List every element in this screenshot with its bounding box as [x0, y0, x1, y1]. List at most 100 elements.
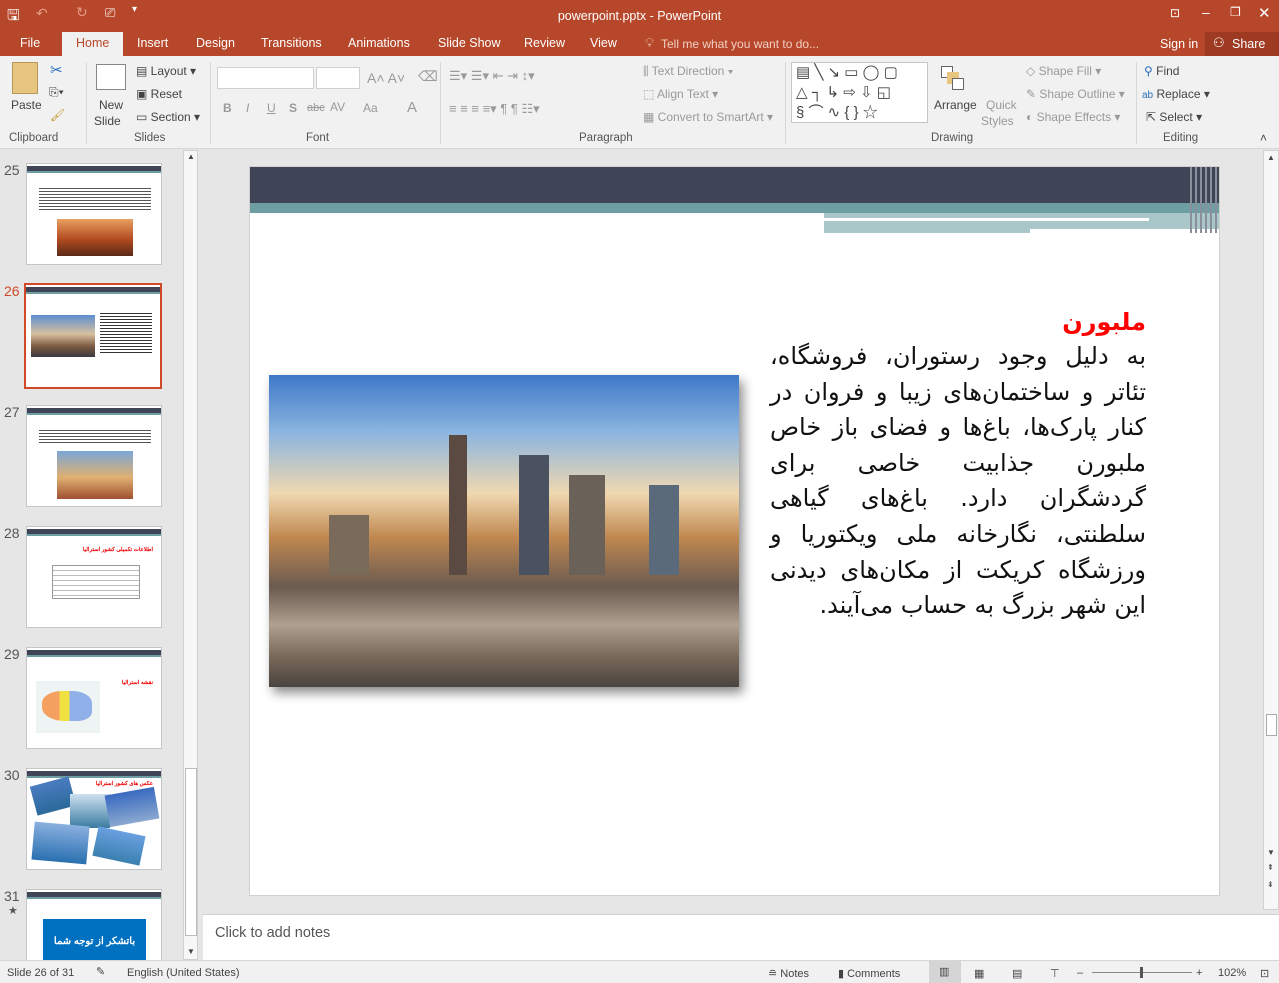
person-icon: ⚇ — [1213, 35, 1225, 50]
slide-canvas[interactable]: ملبورن به دلیل وجود رستوران، فروشگاه، تئ… — [249, 166, 1220, 896]
reading-view-button[interactable]: ▤ — [1012, 967, 1022, 980]
thumbnail-scroll-thumb[interactable] — [185, 768, 197, 936]
bold-button[interactable]: B — [223, 101, 232, 115]
font-group-label: Font — [306, 132, 330, 144]
paste-button[interactable]: Paste — [11, 98, 42, 112]
thumb-number: 29 — [4, 646, 20, 662]
shapes-gallery[interactable]: ▤ ╲ ↘ ▭ ◯ ▢ △ ┐ ↳ ⇨ ⇩ ◱ § ⌒ ∿ { } ☆ — [791, 62, 928, 123]
slide-text-box[interactable]: ملبورن به دلیل وجود رستوران، فروشگاه، تئ… — [770, 305, 1146, 624]
select-button[interactable]: ⇱ Select ▾ — [1146, 110, 1202, 124]
tab-home[interactable]: Home — [62, 32, 124, 56]
replace-button[interactable]: ab Replace ▾ — [1142, 87, 1210, 101]
minimize-icon[interactable]: – — [1202, 4, 1210, 20]
next-slide-icon[interactable]: ⇟ — [1267, 880, 1274, 889]
slide-scroll-thumb[interactable] — [1266, 714, 1277, 736]
thumb-number: 31 — [4, 888, 20, 904]
reset-button[interactable]: ▣ Reset — [136, 87, 182, 101]
italic-button[interactable]: I — [246, 101, 249, 115]
copy-icon[interactable]: ⎘▾ — [49, 85, 64, 100]
slides-group-label: Slides — [134, 132, 166, 144]
shape-effects-button[interactable]: ◐ Shape Effects ▾ — [1026, 110, 1120, 124]
previous-slide-icon[interactable]: ⇞ — [1267, 863, 1274, 872]
language-indicator[interactable]: English (United States) — [127, 967, 240, 979]
spell-check-icon[interactable]: ✎ — [96, 965, 105, 978]
tab-design[interactable]: Design — [196, 36, 235, 50]
quick-styles-button[interactable]: Quick — [986, 98, 1017, 112]
paste-icon — [12, 62, 38, 94]
change-case-button[interactable]: Aa — [363, 101, 378, 115]
zoom-out-button[interactable]: – — [1077, 967, 1083, 979]
slide-scrollbar[interactable]: ▲ ▼ ⇞ ⇟ — [1263, 150, 1279, 910]
notes-pane[interactable]: Click to add notes — [203, 914, 1279, 960]
thumb-number: 26 — [4, 283, 20, 299]
thumb-number: 25 — [4, 162, 20, 178]
sign-in-link[interactable]: Sign in — [1160, 37, 1198, 51]
align-text-button[interactable]: ⬚ Align Text ▾ — [643, 87, 718, 101]
thumb-number: 27 — [4, 404, 20, 420]
slide-show-button[interactable]: ⊤ — [1050, 967, 1060, 980]
close-icon[interactable]: ✕ — [1258, 4, 1271, 22]
shadow-button[interactable]: S — [289, 101, 297, 115]
thumbnail-slide-28[interactable]: اطلاعات تکمیلی کشور استرالیا — [26, 526, 162, 628]
format-painter-icon[interactable]: 🖌︎ — [50, 108, 65, 122]
underline-button[interactable]: U — [267, 101, 276, 115]
text-direction-button[interactable]: ⫼ Text Direction ▾ — [643, 64, 734, 79]
tab-file[interactable]: File — [20, 36, 40, 50]
ribbon-display-icon[interactable]: ⊡ — [1170, 6, 1180, 20]
thumb-title: اطلاعات تکمیلی کشور استرالیا — [82, 547, 153, 553]
zoom-level[interactable]: 102% — [1218, 967, 1246, 979]
bullets-icon[interactable]: ☰▾ ☰▾ ⇤ ⇥ ↕▾ — [449, 68, 535, 84]
new-slide-button[interactable]: New — [99, 98, 123, 112]
ribbon-tabs: File Home Insert Design Transitions Anim… — [0, 32, 1279, 56]
notes-placeholder[interactable]: Click to add notes — [215, 925, 330, 941]
share-button[interactable]: ⚇ Share — [1205, 32, 1279, 56]
convert-smartart-button[interactable]: ▦ Convert to SmartArt ▾ — [643, 110, 773, 124]
font-color-button[interactable]: A — [407, 99, 417, 116]
zoom-in-button[interactable]: + — [1196, 967, 1202, 979]
cut-icon[interactable]: ✂ — [50, 61, 63, 79]
find-button[interactable]: ⚲ Find — [1144, 64, 1179, 78]
thumbnail-slide-27[interactable] — [26, 405, 162, 507]
section-button[interactable]: ▭ Section ▾ — [136, 110, 200, 124]
zoom-slider-thumb[interactable] — [1140, 967, 1143, 978]
collapse-ribbon-icon[interactable]: ˄ — [1260, 131, 1267, 145]
character-spacing-button[interactable]: AV — [330, 100, 345, 114]
thumbnail-slide-26[interactable] — [24, 283, 162, 389]
slide-sorter-button[interactable]: ▦ — [974, 967, 984, 980]
new-slide-icon — [96, 64, 126, 90]
shape-fill-button[interactable]: ◇ Shape Fill ▾ — [1026, 64, 1101, 78]
alignment-icons[interactable]: ≡ ≡ ≡ ≡▾ ¶ ¶ ☷▾ — [449, 101, 540, 117]
slide-thumbnail-pane: 25 26 27 28 اطلاعات تکمیلی کشور استرالیا… — [0, 150, 200, 960]
thumbnail-slide-31[interactable]: باتشکر از توجه شما — [26, 889, 162, 960]
tab-animations[interactable]: Animations — [348, 36, 410, 50]
font-size-input[interactable] — [316, 67, 360, 89]
strikethrough-button[interactable]: abc — [307, 102, 325, 114]
tab-slide-show[interactable]: Slide Show — [438, 36, 501, 50]
tab-review[interactable]: Review — [524, 36, 565, 50]
clear-formatting-icon[interactable]: ⌫ — [418, 68, 438, 85]
fit-to-window-icon[interactable]: ⊡ — [1260, 967, 1269, 980]
editing-group-label: Editing — [1163, 132, 1199, 144]
arrange-button[interactable]: Arrange — [934, 98, 977, 112]
shape-outline-button[interactable]: ✎ Shape Outline ▾ — [1026, 87, 1125, 101]
thumbnail-slide-29[interactable]: نقشه استرالیا — [26, 647, 162, 749]
thumbnail-slide-25[interactable] — [26, 163, 162, 265]
slide-header-band — [250, 167, 1219, 203]
tab-view[interactable]: View — [590, 36, 617, 50]
thumbnail-slide-30[interactable]: عکس های کشور استرالیا — [26, 768, 162, 870]
restore-icon[interactable]: ❐ — [1230, 5, 1241, 19]
quick-styles-label2[interactable]: Styles — [981, 114, 1014, 128]
tab-transitions[interactable]: Transitions — [261, 36, 322, 50]
increase-font-icon[interactable]: A˄ A˅ — [367, 70, 405, 86]
normal-view-button[interactable]: ▥ — [929, 961, 961, 983]
arrange-icon — [941, 66, 965, 92]
tab-insert[interactable]: Insert — [137, 36, 168, 50]
comments-button[interactable]: ▮ Comments — [838, 967, 900, 980]
slide-counter: Slide 26 of 31 — [7, 967, 75, 979]
font-name-input[interactable] — [217, 67, 314, 89]
notes-button[interactable]: ≘ Notes — [768, 967, 809, 980]
thumbnail-scrollbar[interactable]: ▲ ▼ — [183, 150, 198, 960]
layout-button[interactable]: ▤ Layout ▾ — [136, 64, 196, 78]
new-slide-button-label2[interactable]: Slide — [94, 114, 121, 128]
tell-me-input[interactable]: Tell me what you want to do... — [661, 37, 819, 51]
